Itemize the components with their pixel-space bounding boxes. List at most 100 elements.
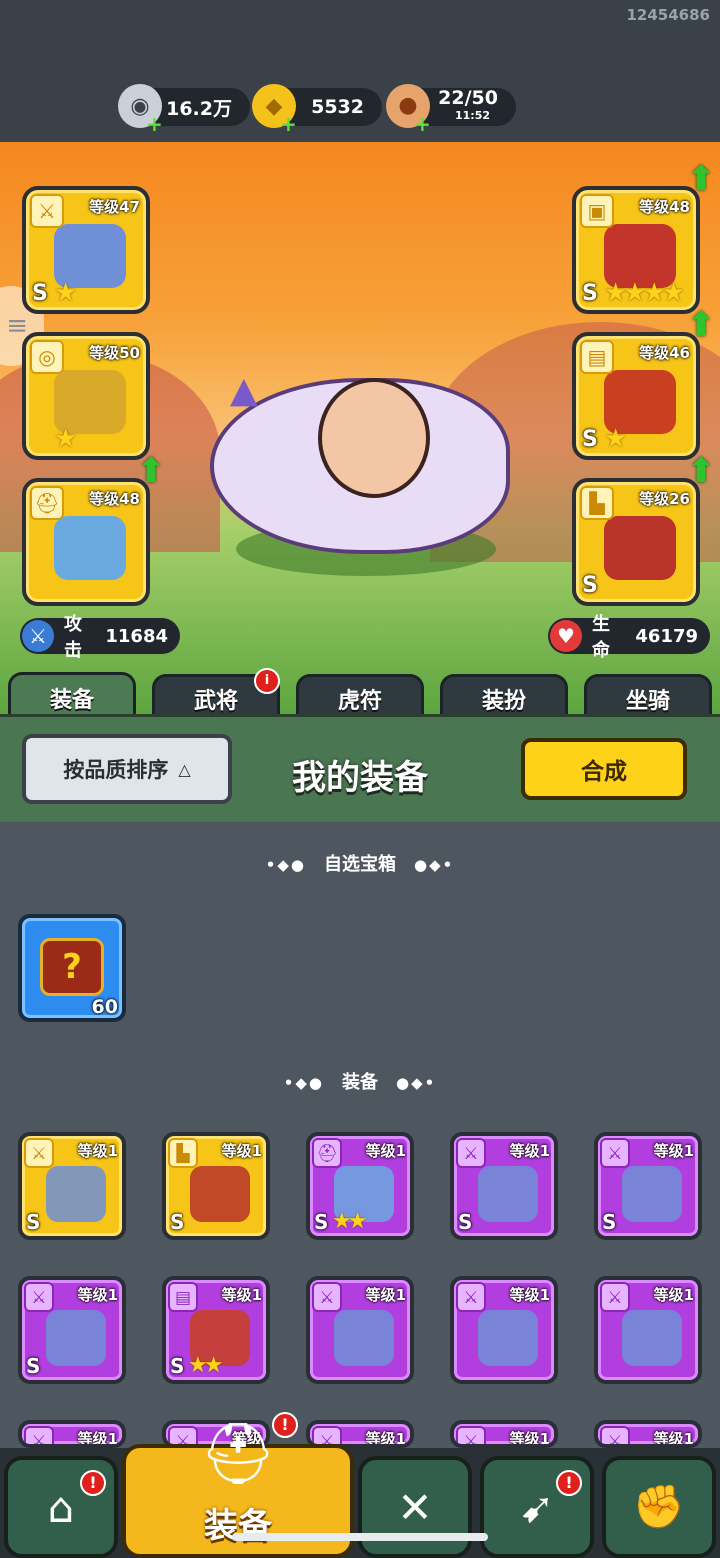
tab-bar: 装备 武将 虎符 装扮 坐骑 i: [0, 668, 720, 720]
plus-icon[interactable]: +: [146, 114, 163, 134]
equipment-item[interactable]: ⚔ 等级1: [18, 1420, 126, 1448]
stamina-resource[interactable]: ● + 22/50 11:52: [386, 84, 516, 134]
attack-label: 攻击: [64, 614, 82, 661]
hero-character[interactable]: [318, 378, 430, 498]
equipped-slot-bracer[interactable]: ▤ 等级46 S ★: [572, 332, 700, 460]
item-level: 等级1: [77, 1142, 118, 1160]
gold-resource[interactable]: ◆ + 5532: [252, 84, 382, 134]
equipment-item[interactable]: ⚔ 等级1 S: [594, 1132, 702, 1240]
equipment-item[interactable]: ⚔ 等级1 S: [450, 1132, 558, 1240]
boots-icon: ▙: [580, 486, 614, 520]
star-rating: ★★: [332, 1209, 368, 1234]
equipment-item[interactable]: ⚔ 等级1: [306, 1276, 414, 1384]
tab-label: 装扮: [481, 688, 526, 714]
item-level: 等级1: [365, 1286, 406, 1304]
equipped-slot-helmet[interactable]: ⛑ 等级48: [22, 478, 150, 606]
helmet-icon: ⛑: [199, 1419, 277, 1489]
bracer-icon: ▤: [580, 340, 614, 374]
equipped-slot-armor[interactable]: ▣ 等级48 S ★★★★: [572, 186, 700, 314]
hp-label: 生命: [592, 614, 610, 661]
boots-icon: ▙: [168, 1138, 198, 1168]
plus-icon[interactable]: +: [280, 114, 297, 134]
armor-icon: ▣: [580, 194, 614, 228]
nav-button-shop[interactable]: ⌂: [4, 1456, 118, 1558]
user-id: 12454686: [626, 6, 711, 24]
equipment-item[interactable]: ⚔ 等级1: [594, 1420, 702, 1448]
item-level: 等级1: [653, 1430, 694, 1448]
item-level: 等级1: [77, 1430, 118, 1448]
upgrade-fist-icon: ✊: [632, 1482, 686, 1531]
item-level: 等级50: [89, 344, 140, 362]
plus-icon[interactable]: +: [414, 114, 431, 134]
equipment-item[interactable]: ⛑ 等级1 S ★★: [306, 1132, 414, 1240]
upgrade-arrow-icon: ⬆: [136, 451, 166, 491]
attack-value: 11684: [105, 625, 168, 647]
item-art: [46, 1310, 106, 1366]
equip-header-label: 装备: [342, 1072, 378, 1093]
item-art: [622, 1166, 682, 1222]
stamina-timer: 11:52: [454, 109, 490, 122]
helmet-icon: ⛑: [30, 486, 64, 520]
item-level: 等级1: [221, 1142, 262, 1160]
selectable-chest-item[interactable]: ? 60: [18, 914, 126, 1022]
chest-header-label: 自选宝箱: [324, 854, 396, 875]
decor-dots: •◆●: [283, 1074, 324, 1092]
equipment-item[interactable]: ▤ 等级1 S ★★: [162, 1276, 270, 1384]
nav-button-upgrade-fist[interactable]: ✊: [602, 1456, 716, 1558]
item-level: 等级48: [89, 490, 140, 508]
equipment-item[interactable]: ⚔ 等级1: [450, 1276, 558, 1384]
star-rating: ★: [54, 424, 77, 454]
star-rating: ★: [604, 424, 627, 454]
equipped-slot-medal[interactable]: ◎ 等级50 ★: [22, 332, 150, 460]
tab-label: 虎符: [337, 688, 382, 714]
attack-stat: ⚔ 攻击 11684: [20, 614, 180, 661]
mystery-chest-icon: ?: [40, 938, 104, 996]
item-level: 等级1: [77, 1286, 118, 1304]
upgrade-arrow-icon: ⬆: [686, 451, 716, 491]
rarity-rank: S: [26, 1210, 41, 1234]
equipment-item[interactable]: ⚔ 等级1 S: [18, 1132, 126, 1240]
sword-icon: ⚔: [24, 1138, 54, 1168]
sword-icon: ⚔: [24, 1426, 54, 1444]
item-level: 等级46: [639, 344, 690, 362]
sort-by-quality-button[interactable]: 按品质排序 △: [22, 734, 232, 804]
nav-button-crossed-swords[interactable]: ✕: [358, 1456, 472, 1558]
notification-badge: !: [80, 1470, 106, 1496]
equipment-item[interactable]: ▙ 等级1 S: [162, 1132, 270, 1240]
home-indicator[interactable]: [232, 1533, 488, 1541]
nav-button-war-horn[interactable]: ➹: [480, 1456, 594, 1558]
equipment-section-header: •◆● 装备 ●◆•: [0, 1068, 720, 1094]
equipped-slot-weapon[interactable]: ⚔ 等级47 S ★: [22, 186, 150, 314]
bracer-icon: ▤: [168, 1282, 198, 1312]
item-level: 等级26: [639, 490, 690, 508]
my-equipment-title: 我的装备: [292, 758, 428, 798]
tab-label: 坐骑: [625, 688, 670, 714]
item-level: 等级1: [653, 1286, 694, 1304]
equipment-item[interactable]: ⚔ 等级1: [594, 1276, 702, 1384]
sword-icon: ⚔: [456, 1282, 486, 1312]
equipment-item[interactable]: ⚔ 等级1 S: [18, 1276, 126, 1384]
rarity-rank: S: [582, 427, 598, 452]
equipment-item[interactable]: ⚔ 等级1: [450, 1420, 558, 1448]
unicorn-horn-icon: ▲: [230, 370, 258, 411]
sword-icon: ⚔: [312, 1282, 342, 1312]
item-level: 等级1: [509, 1430, 550, 1448]
silver-resource[interactable]: ◉ + 16.2万: [118, 84, 250, 134]
sword-icon: ⚔: [600, 1138, 630, 1168]
sword-icon: ⚔: [600, 1282, 630, 1312]
item-level: 等级1: [653, 1142, 694, 1160]
sword-icon: ⚔: [600, 1426, 630, 1444]
combine-button[interactable]: 合成: [521, 738, 687, 800]
notification-badge: i: [254, 668, 280, 694]
hp-value: 46179: [635, 625, 698, 647]
sword-icon: ⚔: [24, 1282, 54, 1312]
sword-icon: ⚔: [22, 620, 54, 652]
rarity-rank: S: [314, 1210, 329, 1234]
tab-equipment[interactable]: 装备: [8, 672, 136, 720]
stamina-value: 22/50: [438, 87, 498, 109]
decor-dots: ●◆•: [396, 1074, 437, 1092]
shop-icon: ⌂: [47, 1482, 75, 1532]
hp-stat: ♥ 生命 46179: [548, 614, 710, 661]
equipped-slot-boots[interactable]: ▙ 等级26 S: [572, 478, 700, 606]
item-level: 等级47: [89, 198, 140, 216]
